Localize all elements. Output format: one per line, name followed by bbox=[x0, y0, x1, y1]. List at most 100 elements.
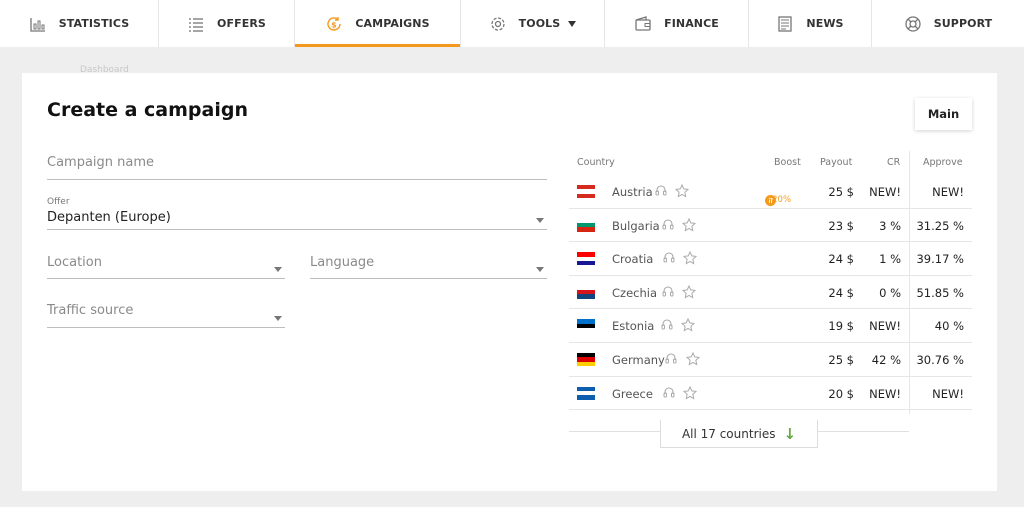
country-row-bulgaria[interactable]: Bulgaria 23 $ 3 % 31.25 % bbox=[569, 209, 972, 243]
cr-value: 3 % bbox=[879, 218, 901, 233]
nav-label: CAMPAIGNS bbox=[355, 17, 430, 30]
location-select[interactable]: Location bbox=[47, 253, 285, 279]
language-placeholder: Language bbox=[310, 255, 375, 270]
flag-stripe bbox=[577, 361, 595, 366]
arrow-down-icon: ↓ bbox=[783, 424, 797, 443]
country-row-estonia[interactable]: Estonia 19 $ NEW! 40 % bbox=[569, 309, 972, 343]
nav-label: OFFERS bbox=[217, 17, 266, 30]
headset-icon[interactable] bbox=[663, 251, 675, 264]
header-approve: Approve bbox=[923, 157, 963, 168]
headset-icon[interactable] bbox=[662, 285, 674, 298]
star-icon[interactable] bbox=[683, 385, 697, 400]
headset-icon[interactable] bbox=[661, 318, 673, 331]
country-flag bbox=[577, 319, 595, 333]
create-campaign-card: Create a campaign Main Campaign name Off… bbox=[22, 73, 997, 491]
header-country: Country bbox=[577, 157, 615, 168]
header-boost: Boost bbox=[774, 157, 801, 168]
flag-stripe bbox=[577, 395, 595, 400]
offer-value: Depanten (Europe) bbox=[47, 210, 171, 225]
nav-label: STATISTICS bbox=[58, 17, 130, 30]
approve-value: 39.17 % bbox=[916, 252, 964, 267]
country-row-greece[interactable]: Greece 20 $ NEW! NEW! bbox=[569, 377, 972, 411]
country-flag bbox=[577, 386, 595, 400]
all-countries-button[interactable]: All 17 countries ↓ bbox=[660, 420, 818, 448]
country-flag bbox=[577, 285, 595, 299]
cr-value: 1 % bbox=[879, 252, 901, 267]
star-icon[interactable] bbox=[682, 217, 696, 232]
nav-offers[interactable]: OFFERS bbox=[159, 0, 295, 47]
traffic-source-placeholder: Traffic source bbox=[47, 303, 134, 318]
payout-value: 25 $ bbox=[828, 185, 854, 199]
cr-value: NEW! bbox=[869, 185, 901, 199]
boost-value: +20% bbox=[765, 195, 792, 205]
country-row-croatia[interactable]: Croatia 24 $ 1 % 39.17 % bbox=[569, 242, 972, 276]
country-row-austria[interactable]: Austria ⇈ +20% 25 $ NEW! NEW! bbox=[569, 175, 972, 209]
country-name: Estonia bbox=[612, 319, 655, 334]
approve-value: 31.25 % bbox=[916, 218, 964, 233]
country-name: Germany bbox=[612, 352, 665, 367]
country-row-czechia[interactable]: Czechia 24 $ 0 % 51.85 % bbox=[569, 276, 972, 310]
star-icon[interactable] bbox=[683, 251, 697, 265]
star-icon[interactable] bbox=[681, 318, 695, 332]
payout-value: 23 $ bbox=[828, 218, 854, 233]
page-title: Create a campaign bbox=[47, 99, 248, 121]
country-flag bbox=[577, 352, 595, 366]
headset-icon[interactable] bbox=[655, 184, 667, 197]
country-name: Czechia bbox=[612, 285, 657, 300]
nav-statistics[interactable]: STATISTICS bbox=[0, 0, 159, 47]
payout-value: 19 $ bbox=[828, 319, 854, 334]
headset-icon[interactable] bbox=[665, 352, 677, 365]
flag-stripe bbox=[577, 227, 595, 232]
wallet-icon bbox=[634, 15, 652, 33]
countries-table: Country Boost Payout CR Approve Austria ⇈… bbox=[569, 151, 972, 414]
nav-tools[interactable]: TOOLS bbox=[461, 0, 605, 47]
main-button[interactable]: Main bbox=[915, 98, 972, 130]
dropdown-arrow-icon bbox=[274, 267, 282, 272]
all-countries-label: All 17 countries bbox=[681, 426, 776, 441]
cr-value: 42 % bbox=[871, 352, 901, 367]
flag-stripe bbox=[577, 294, 595, 299]
payout-value: 24 $ bbox=[828, 252, 854, 267]
list-icon bbox=[187, 15, 205, 33]
campaign-name-placeholder: Campaign name bbox=[47, 155, 155, 170]
country-flag bbox=[577, 218, 595, 232]
table-header: Country Boost Payout CR Approve bbox=[569, 151, 972, 175]
dropdown-arrow-icon bbox=[536, 267, 544, 272]
traffic-source-select[interactable]: Traffic source bbox=[47, 301, 285, 328]
cr-value: 0 % bbox=[879, 285, 901, 300]
campaign-name-input[interactable]: Campaign name bbox=[47, 151, 547, 180]
chevron-down-icon bbox=[568, 20, 577, 27]
nav-finance[interactable]: FINANCE bbox=[605, 0, 749, 47]
offer-label: Offer bbox=[47, 197, 70, 207]
flag-stripe bbox=[577, 328, 595, 333]
country-flag bbox=[577, 185, 595, 198]
star-icon[interactable] bbox=[675, 184, 689, 198]
headset-icon[interactable] bbox=[662, 218, 674, 231]
country-flag bbox=[577, 252, 595, 266]
nav-label: NEWS bbox=[806, 17, 844, 30]
star-icon[interactable] bbox=[686, 351, 700, 366]
flag-stripe bbox=[577, 193, 595, 198]
nav-label: SUPPORT bbox=[933, 17, 993, 30]
dropdown-arrow-icon bbox=[536, 218, 544, 223]
nav-campaigns[interactable]: $ CAMPAIGNS bbox=[295, 0, 461, 47]
nav-support[interactable]: SUPPORT bbox=[872, 0, 1024, 47]
country-name: Austria bbox=[612, 185, 653, 199]
nav-news[interactable]: NEWS bbox=[749, 0, 872, 47]
offer-select[interactable]: Offer Depanten (Europe) bbox=[47, 197, 547, 230]
nav-label: FINANCE bbox=[664, 17, 719, 30]
payout-value: 24 $ bbox=[828, 285, 854, 300]
star-icon[interactable] bbox=[682, 284, 696, 299]
dollar-refresh-icon: $ bbox=[325, 15, 343, 33]
approve-value: 51.85 % bbox=[916, 285, 964, 300]
top-navigation: STATISTICS OFFERS $ CAMPAIGNS TOOLS FINA… bbox=[0, 0, 1024, 47]
svg-text:$: $ bbox=[332, 20, 338, 29]
nav-label: TOOLS bbox=[518, 17, 561, 30]
headset-icon[interactable] bbox=[663, 386, 675, 399]
location-placeholder: Location bbox=[47, 255, 102, 270]
country-row-germany[interactable]: Germany 25 $ 42 % 30.76 % bbox=[569, 343, 972, 377]
approve-value: 30.76 % bbox=[916, 352, 964, 367]
newspaper-icon bbox=[776, 15, 794, 33]
bar-chart-icon bbox=[29, 15, 47, 33]
language-select[interactable]: Language bbox=[310, 253, 547, 279]
